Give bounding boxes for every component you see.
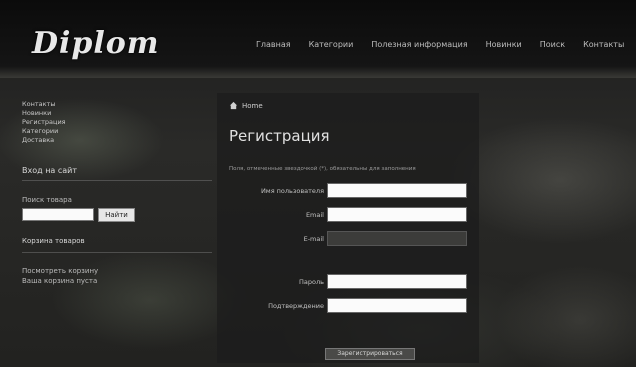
search-input[interactable] [22,208,94,221]
email-confirm-field[interactable] [327,231,467,246]
nav-item-info[interactable]: Полезная информация [362,40,476,49]
email-label: Email [305,211,324,219]
sidebar-item-registration[interactable]: Регистрация [22,118,66,127]
username-field[interactable] [327,183,467,198]
right-background-area [483,93,631,363]
email-confirm-label: E-mail [303,235,324,243]
page-title: Регистрация [229,127,330,145]
registration-panel: Home Регистрация Поля, отмеченные звездо… [217,93,479,363]
password-confirm-label: Подтверждение [268,302,324,310]
left-sidebar: Контакты Новинки Регистрация Категории Д… [6,92,214,360]
site-logo[interactable]: Diplom [32,26,160,61]
sidebar-item-categories[interactable]: Категории [22,127,66,136]
sidebar-item-new[interactable]: Новинки [22,109,66,118]
nav-item-contacts[interactable]: Контакты [574,40,633,49]
search-button[interactable]: Найти [98,208,135,222]
nav-item-search[interactable]: Поиск [531,40,574,49]
view-cart-link[interactable]: Посмотреть корзину [22,267,98,275]
sidebar-item-contacts[interactable]: Контакты [22,100,66,109]
password-label: Пароль [299,278,324,286]
sidebar-menu: Контакты Новинки Регистрация Категории Д… [22,100,66,145]
search-heading: Поиск товара [22,196,72,204]
sidebar-item-delivery[interactable]: Доставка [22,136,66,145]
cart-heading: Корзина товаров [22,237,85,245]
password-field[interactable] [327,274,467,289]
required-fields-hint: Поля, отмеченные звездочкой (*), обязате… [229,166,416,172]
sidebar-divider [22,180,212,181]
nav-item-categories[interactable]: Категории [300,40,363,49]
nav-item-home[interactable]: Главная [244,40,300,49]
cart-status-text: Ваша корзина пуста [22,277,98,285]
breadcrumb-home[interactable]: Home [242,102,263,110]
main-nav: Главная Категории Полезная информация Но… [244,40,633,49]
sidebar-divider [22,252,212,253]
site-header: Diplom Главная Категории Полезная информ… [0,0,636,78]
breadcrumb: Home [229,101,263,110]
username-label: Имя пользователя [260,187,324,195]
login-heading[interactable]: Вход на сайт [22,166,77,175]
nav-item-new[interactable]: Новинки [477,40,531,49]
home-icon[interactable] [229,101,238,110]
email-field[interactable] [327,207,467,222]
password-confirm-field[interactable] [327,298,467,313]
register-button[interactable]: Зарегистрироваться [325,348,415,360]
